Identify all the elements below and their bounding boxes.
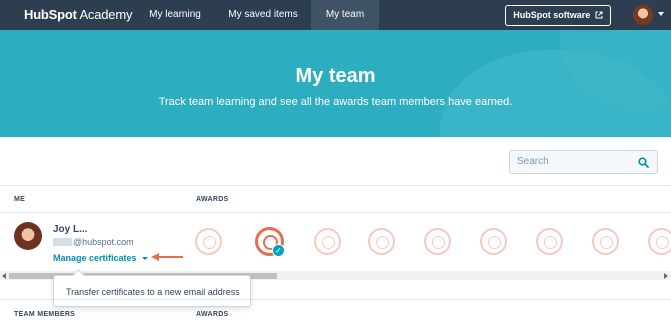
user-avatar[interactable] [633,5,653,25]
award-badge[interactable] [424,228,451,255]
nav-my-saved-items[interactable]: My saved items [222,0,304,30]
page-title: My team [295,65,376,87]
top-navigation: HubSpot Academy My learning My saved ite… [0,0,671,30]
award-badge[interactable] [480,228,507,255]
award-badge[interactable] [648,228,671,255]
search-icon[interactable] [638,157,649,168]
divider [0,185,671,186]
scroll-right-arrow-icon[interactable] [664,273,668,279]
manage-certificates-menu: Transfer certificates to a new email add… [53,275,251,307]
search-input[interactable]: Search [509,150,658,174]
member-email: @hubspot.com [73,237,134,247]
hubspot-software-label: HubSpot software [513,10,591,20]
award-badge[interactable] [195,228,222,255]
award-badge[interactable] [536,228,563,255]
awards-column-header: AWARDS [196,311,229,318]
divider [0,299,671,300]
award-badge[interactable] [314,228,341,255]
hubspot-academy-logo[interactable]: HubSpot Academy [24,7,132,22]
divider [0,212,671,213]
external-link-icon [595,11,603,19]
pointer-arrow-icon [151,253,183,261]
page-subtitle: Track team learning and see all the awar… [158,96,513,108]
scroll-left-arrow-icon[interactable] [2,273,6,279]
member-name: Joy L... [53,224,88,235]
award-badge[interactable] [368,228,395,255]
awards-column-header: AWARDS [196,196,229,203]
nav-my-learning[interactable]: My learning [140,0,210,30]
chevron-down-icon[interactable] [658,12,664,16]
member-avatar [14,222,42,250]
me-column-header: ME [14,196,26,203]
search-placeholder: Search [517,156,549,167]
chevron-down-icon[interactable] [142,257,148,260]
manage-certificates-link[interactable]: Manage certificates [53,253,137,263]
award-badge[interactable] [592,228,619,255]
checkmark-icon: ✓ [272,244,285,257]
team-members-column-header: TEAM MEMBERS [14,311,76,318]
hubspot-software-button[interactable]: HubSpot software [505,5,611,26]
nav-my-team[interactable]: My team [311,0,379,30]
hero-banner: My team Track team learning and see all … [0,30,671,137]
transfer-certificates-option[interactable]: Transfer certificates to a new email add… [66,287,240,297]
redacted-email-prefix [53,238,72,246]
